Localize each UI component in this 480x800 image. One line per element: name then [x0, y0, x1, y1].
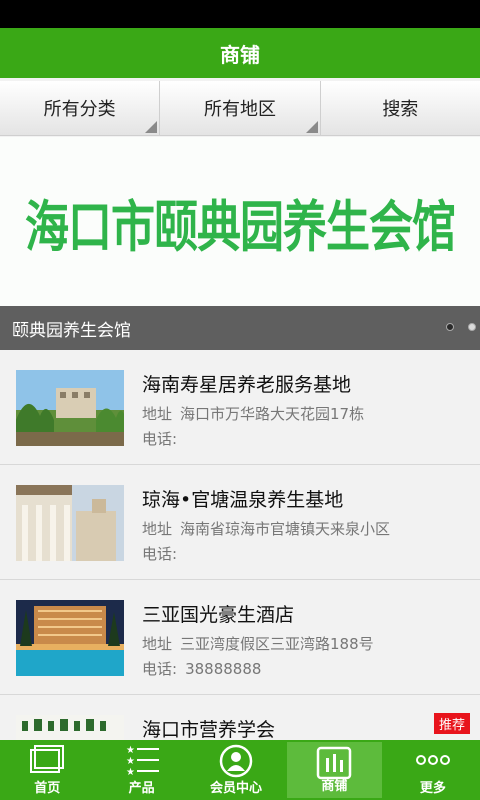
- list-item[interactable]: 海南寿星居养老服务基地 地址 海口市万华路大天花园17栋 电话:: [0, 350, 480, 465]
- tab-shop[interactable]: 商铺: [287, 742, 382, 798]
- dropdown-corner-icon: [145, 121, 158, 133]
- tab-more[interactable]: 更多: [386, 740, 480, 800]
- shop-address: 地址 海口市万华路大天花园17栋: [142, 405, 365, 423]
- banner-slide[interactable]: 海口市颐典园养生会馆: [0, 137, 480, 306]
- carousel-dot-active[interactable]: [446, 323, 454, 331]
- page-title: 商铺: [0, 28, 480, 78]
- shop-name: 琼海•官塘温泉养生基地: [142, 489, 344, 511]
- banner-caption-bar: 颐典园养生会馆: [0, 306, 480, 350]
- dropdown-corner-icon: [305, 121, 318, 133]
- svg-text:★: ★: [126, 756, 135, 767]
- tab-products[interactable]: ★ ★ ★ 产品: [94, 740, 188, 800]
- home-icon: [27, 744, 67, 780]
- more-icon: [413, 744, 453, 780]
- shop-phone: 电话:: [142, 545, 178, 563]
- search-button[interactable]: 搜索: [321, 81, 480, 135]
- bottom-tab-bar: 首页 ★ ★ ★ 产品 会员中心 商铺 更多: [0, 740, 480, 800]
- list-item[interactable]: 三亚国光豪生酒店 地址 三亚湾度假区三亚湾路188号 电话: 38888888: [0, 580, 480, 695]
- shop-icon: [314, 746, 354, 784]
- svg-text:★: ★: [126, 767, 135, 776]
- tab-member-center[interactable]: 会员中心: [189, 740, 283, 800]
- carousel-dot[interactable]: [468, 323, 476, 331]
- shop-thumbnail: [16, 485, 124, 561]
- status-bar: [0, 0, 480, 28]
- filter-region-button[interactable]: 所有地区: [160, 81, 321, 135]
- list-item[interactable]: 海口市营养学会 推荐: [0, 695, 480, 740]
- list-item[interactable]: 琼海•官塘温泉养生基地 地址 海南省琼海市官塘镇天来泉小区 电话:: [0, 465, 480, 580]
- shop-phone: 电话:: [142, 430, 178, 448]
- shop-thumbnail: [16, 600, 124, 676]
- shop-address: 地址 三亚湾度假区三亚湾路188号: [142, 635, 374, 653]
- shop-list: 海南寿星居养老服务基地 地址 海口市万华路大天花园17栋 电话: 琼海•官塘温泉养…: [0, 350, 480, 740]
- svg-text:★: ★: [126, 745, 135, 756]
- shop-address: 地址 海南省琼海市官塘镇天来泉小区: [142, 520, 391, 538]
- tab-home[interactable]: 首页: [0, 740, 94, 800]
- shop-thumbnail: [16, 715, 124, 740]
- shop-thumbnail: [16, 370, 124, 446]
- filter-bar: 所有分类 所有地区 搜索: [0, 81, 480, 136]
- filter-region-label: 所有地区: [203, 99, 276, 120]
- recommended-badge: 推荐: [433, 713, 470, 734]
- search-label: 搜索: [382, 99, 419, 120]
- shop-name: 三亚国光豪生酒店: [142, 604, 295, 626]
- filter-category-label: 所有分类: [43, 99, 116, 120]
- filter-category-button[interactable]: 所有分类: [0, 81, 161, 135]
- shop-name: 海南寿星居养老服务基地: [142, 374, 352, 396]
- banner-title: 海口市颐典园养生会馆: [25, 195, 456, 259]
- shop-name: 海口市营养学会: [142, 719, 276, 740]
- member-icon: [216, 744, 256, 782]
- banner-caption: 颐典园养生会馆: [12, 320, 131, 341]
- shop-phone: 电话: 38888888: [142, 660, 262, 678]
- carousel-dots: [446, 323, 476, 331]
- product-list-icon: ★ ★ ★: [122, 744, 162, 780]
